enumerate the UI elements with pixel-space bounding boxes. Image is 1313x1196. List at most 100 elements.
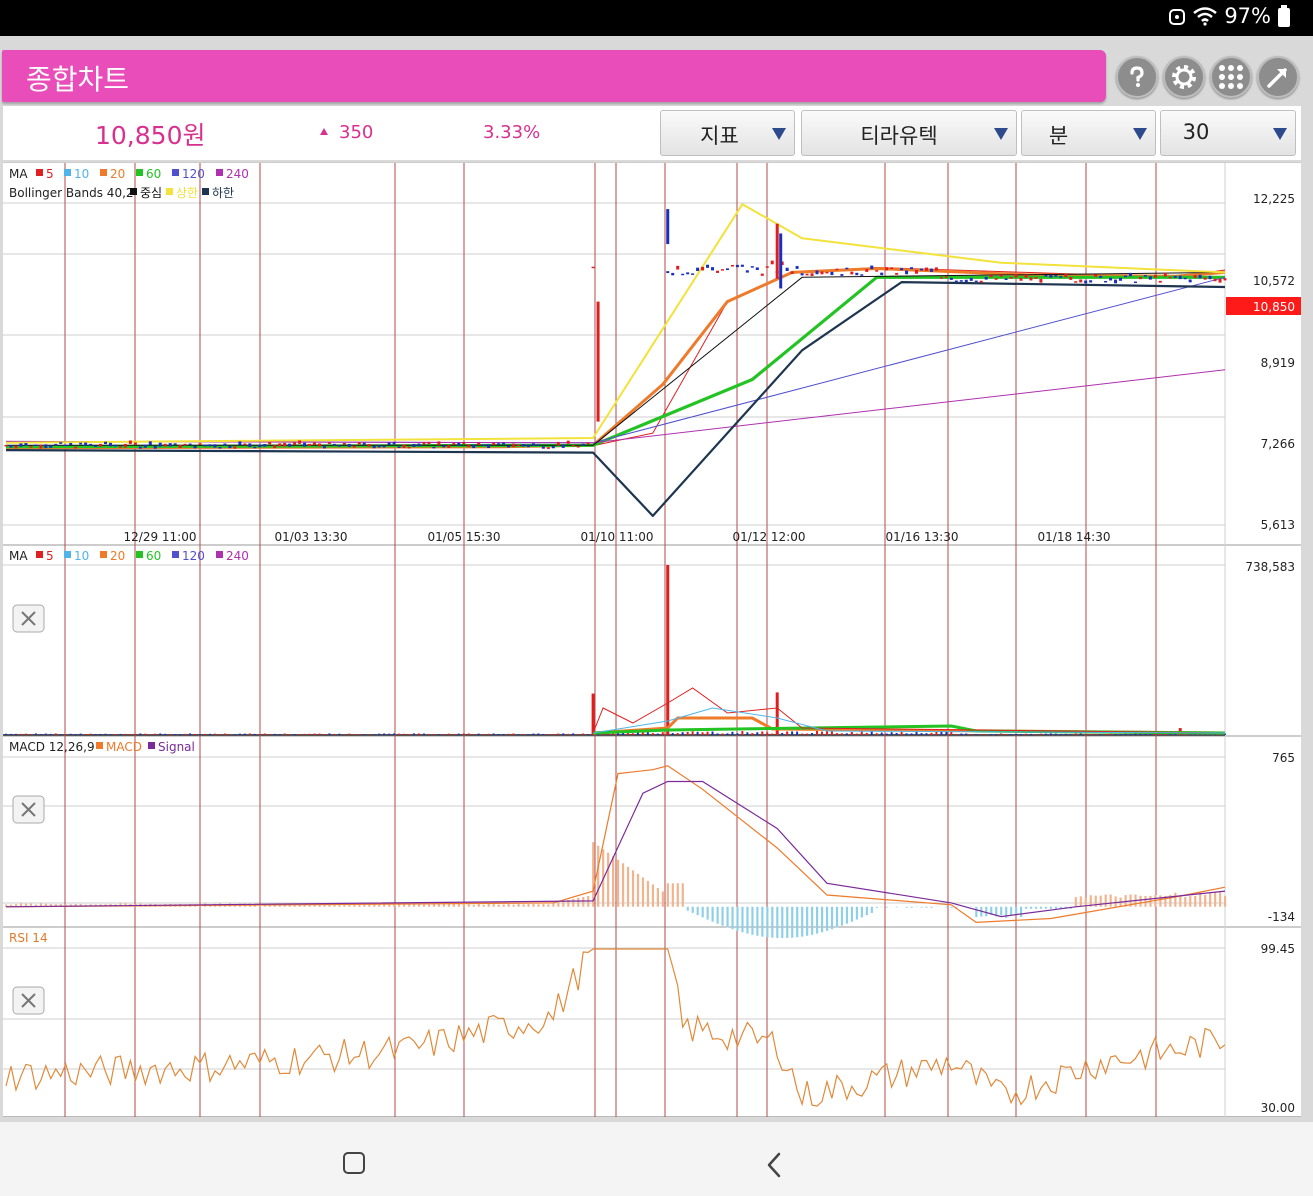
volume-bar — [9, 733, 12, 735]
expand-button[interactable] — [1257, 56, 1299, 98]
candle — [790, 271, 794, 274]
macd-close-button[interactable] — [12, 795, 45, 824]
legend-item-label: 60 — [146, 167, 161, 181]
volume-bar — [124, 733, 127, 735]
candle — [779, 233, 783, 289]
candle — [1153, 274, 1157, 278]
volume-bar — [457, 733, 460, 735]
y-tick-label: 30.00 — [1261, 1101, 1295, 1115]
macd-histogram-bar — [741, 906, 744, 933]
stock-dropdown[interactable]: 티라유텍 — [801, 110, 1017, 156]
legend-item-label: Signal — [158, 740, 195, 754]
volume-bar — [1089, 734, 1092, 735]
macd-histogram-bar — [408, 904, 411, 907]
candle — [1109, 277, 1113, 281]
y-tick-label: 5,613 — [1261, 518, 1295, 532]
x-tick-label: 12/29 11:00 — [124, 530, 197, 544]
volume-bar — [995, 734, 998, 735]
legend-swatch — [216, 169, 223, 176]
back-button[interactable] — [766, 1152, 782, 1178]
volume-bar — [786, 731, 789, 735]
volume-bar — [1084, 734, 1087, 735]
macd-histogram-bar — [716, 906, 719, 924]
rsi-close-button[interactable] — [12, 986, 45, 1015]
candle — [1059, 276, 1063, 278]
battery-icon — [1278, 5, 1290, 27]
volume-bar — [263, 733, 266, 735]
candle — [845, 267, 849, 270]
indicator-dropdown[interactable]: 지표 — [660, 110, 795, 156]
volume-bar — [766, 732, 769, 735]
candle — [1069, 276, 1073, 280]
macd-histogram-bar — [726, 906, 729, 928]
current-price: 10,850원 — [95, 121, 206, 150]
volume-close-button[interactable] — [12, 604, 45, 633]
volume-bar — [1044, 733, 1047, 735]
macd-histogram-bar — [577, 897, 580, 907]
macd-histogram-bar — [681, 883, 684, 907]
candle — [1148, 276, 1152, 280]
candle — [138, 446, 142, 449]
macd-histogram-bar — [651, 884, 655, 907]
candle — [691, 273, 695, 275]
volume-spike — [591, 693, 595, 735]
macd-histogram-bar — [612, 856, 615, 907]
volume-bar — [233, 734, 236, 735]
chart-area[interactable]: MA 5 10 20 60 120 240 Bollinger Bands 40,2 중심… — [3, 162, 1301, 1117]
volume-bar — [139, 733, 142, 735]
volume-bar — [378, 733, 381, 735]
candle — [487, 444, 491, 448]
candle — [676, 265, 680, 270]
macd-histogram-bar — [631, 870, 635, 907]
y-tick-label: 738,583 — [1245, 560, 1295, 574]
legend-item-label: 상한 — [176, 186, 198, 200]
chevron-left-icon — [767, 1152, 781, 1178]
macd-histogram-bar — [1034, 906, 1038, 909]
candle — [337, 445, 341, 447]
volume-bar — [398, 733, 401, 735]
volume-bar — [517, 734, 520, 735]
volume-bar — [895, 732, 898, 735]
macd-histogram-bar — [532, 904, 535, 907]
period-value-dropdown[interactable]: 30 — [1160, 110, 1296, 156]
volume-bar — [1154, 733, 1157, 735]
volume-bar — [1029, 733, 1032, 735]
candle — [850, 271, 854, 275]
candle — [571, 444, 575, 447]
volume-bar — [1159, 733, 1162, 735]
volume-bar — [537, 733, 540, 735]
home-button[interactable] — [343, 1152, 365, 1174]
volume-bar — [850, 731, 853, 735]
chart-canvas[interactable]: MA 5 10 20 60 120 240 Bollinger Bands 40,2 중심… — [3, 163, 1301, 1117]
candle — [178, 444, 182, 448]
candle — [352, 445, 356, 448]
volume-bar — [283, 733, 286, 735]
candle — [516, 444, 520, 447]
macd-histogram-bar — [1139, 895, 1142, 907]
candle — [1024, 274, 1028, 278]
candle — [512, 443, 516, 447]
candle — [979, 280, 983, 283]
x-tick-label: 01/03 13:30 — [275, 530, 348, 544]
candle — [1173, 275, 1177, 278]
grid-button[interactable] — [1210, 56, 1252, 98]
help-button[interactable] — [1116, 56, 1158, 98]
candle — [944, 276, 948, 278]
chevron-down-icon — [772, 128, 786, 140]
candle — [964, 279, 968, 283]
candle — [39, 444, 43, 449]
volume-bar — [582, 733, 585, 735]
volume-bar — [149, 734, 152, 735]
volume-bar — [1114, 734, 1117, 735]
candle — [477, 442, 481, 446]
macd-histogram-bar — [597, 845, 600, 907]
macd-histogram-bar — [786, 906, 789, 938]
candle — [69, 442, 73, 445]
macd-histogram-bar — [626, 866, 630, 907]
candle — [671, 272, 675, 276]
volume-bar — [756, 732, 759, 735]
settings-button[interactable] — [1163, 56, 1205, 98]
volume-bar — [114, 734, 117, 735]
candle — [268, 442, 272, 445]
wifi-icon — [1193, 7, 1218, 26]
